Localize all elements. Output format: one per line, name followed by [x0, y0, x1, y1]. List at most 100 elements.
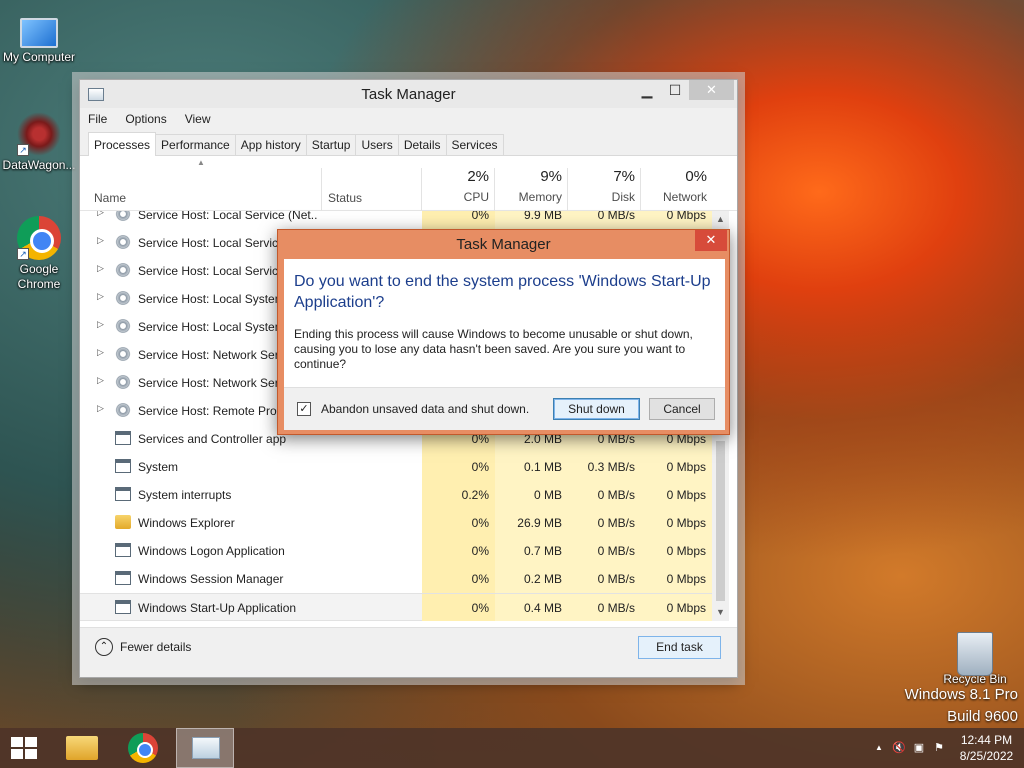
taskbar-file-explorer[interactable]	[53, 728, 111, 768]
tab-startup[interactable]: Startup	[305, 134, 357, 155]
cpu-value: 0%	[422, 537, 495, 565]
table-row[interactable]: ▷ Service Host: Local Service (Net... 0% 9.…	[80, 211, 721, 229]
process-name: Windows Start-Up Application	[138, 601, 297, 615]
column-name[interactable]: Name	[94, 191, 126, 205]
cpu-value: 0%	[422, 453, 495, 481]
column-memory[interactable]: 9% Memory	[495, 168, 562, 204]
shortcut-arrow-icon: ↗	[17, 144, 29, 156]
clock-date: 8/25/2022	[959, 749, 1014, 763]
tab-details[interactable]: Details	[397, 134, 447, 155]
desktop-icon-recycle-bin[interactable]: Recycle Bin	[937, 632, 1013, 687]
taskbar-chrome[interactable]	[113, 728, 171, 768]
tab-performance[interactable]: Performance	[155, 134, 236, 155]
scroll-up-icon[interactable]: ▲	[712, 211, 729, 228]
chevron-up-icon: ⌃	[95, 638, 113, 656]
title-bar[interactable]: Task Manager ▁ ☐ ✕	[80, 80, 737, 108]
shut-down-button[interactable]: Shut down	[553, 398, 640, 420]
memory-value: 0.4 MB	[495, 594, 568, 621]
network-value: 0 Mbps	[641, 453, 714, 481]
process-name: Windows Session Manager	[138, 572, 284, 586]
os-watermark: Windows 8.1 Pro Build 9600	[905, 686, 1018, 725]
end-process-dialog: Task Manager ✕ Do you want to end the sy…	[277, 229, 730, 435]
maximize-button[interactable]: ☐	[661, 80, 689, 100]
disk-value: 0.3 MB/s	[568, 453, 641, 481]
taskbar-task-manager[interactable]	[176, 728, 234, 768]
table-row[interactable]: Windows Start-Up Application 0% 0.4 MB 0 MB…	[80, 593, 721, 621]
scrollbar-thumb[interactable]	[716, 441, 725, 601]
column-status[interactable]: Status	[328, 191, 362, 205]
cancel-button[interactable]: Cancel	[649, 398, 715, 420]
network-value: 0 Mbps	[641, 565, 714, 593]
disk-value: 0 MB/s	[568, 481, 641, 509]
column-disk[interactable]: 7% Disk	[568, 168, 635, 204]
scroll-down-icon[interactable]: ▼	[712, 604, 729, 621]
column-cpu[interactable]: 2% CPU	[422, 168, 489, 204]
disk-value: 0 MB/s	[568, 594, 641, 621]
tab-services[interactable]: Services	[445, 134, 504, 155]
network-value: 0 Mbps	[641, 211, 714, 229]
expand-arrow-icon[interactable]: ▷	[97, 403, 104, 414]
expand-arrow-icon[interactable]: ▷	[97, 235, 104, 246]
clock[interactable]: 12:44 PM 8/25/2022	[949, 732, 1024, 764]
cpu-percent: 2%	[467, 168, 489, 185]
gear-icon	[115, 291, 131, 305]
computer-icon	[20, 18, 58, 48]
datawagon-icon: ↗	[17, 112, 61, 156]
memory-value: 26.9 MB	[495, 509, 568, 537]
gear-icon	[115, 403, 131, 417]
desktop-icon-my-computer[interactable]: My Computer	[1, 10, 77, 65]
chrome-icon: ↗	[17, 216, 61, 260]
table-row[interactable]: Windows Explorer 0% 26.9 MB 0 MB/s 0 Mbps	[80, 509, 721, 537]
taskbar: ▲ 🔇 ▣ ⚑ 12:44 PM 8/25/2022	[0, 728, 1024, 768]
sort-arrow-icon: ▲	[197, 158, 205, 167]
expand-arrow-icon[interactable]: ▷	[97, 347, 104, 358]
disk-label: Disk	[611, 190, 635, 204]
network-value: 0 Mbps	[641, 537, 714, 565]
desktop-icon-datawagon[interactable]: ↗ DataWagon...	[1, 112, 77, 173]
dialog-close-button[interactable]: ✕	[695, 230, 727, 251]
expand-arrow-icon[interactable]: ▷	[97, 291, 104, 302]
fewer-details-button[interactable]: ⌃ Fewer details	[95, 638, 191, 656]
disk-value: 0 MB/s	[568, 537, 641, 565]
abandon-data-label[interactable]: Abandon unsaved data and shut down.	[321, 402, 529, 416]
cpu-value: 0%	[422, 509, 495, 537]
menu-file[interactable]: File	[86, 110, 109, 128]
app-window-icon	[115, 543, 131, 557]
column-network[interactable]: 0% Network	[641, 168, 707, 204]
tab-processes[interactable]: Processes	[88, 132, 157, 156]
watermark-edition: Windows 8.1 Pro	[904, 686, 1018, 703]
network-icon[interactable]: ▣	[909, 728, 929, 768]
menu-options[interactable]: Options	[123, 110, 168, 128]
disk-value: 0 MB/s	[568, 509, 641, 537]
expand-arrow-icon[interactable]: ▷	[97, 319, 104, 330]
expand-arrow-icon[interactable]: ▷	[97, 263, 104, 274]
cpu-value: 0%	[422, 565, 495, 593]
dialog-main-instruction: Do you want to end the system process 'W…	[294, 273, 711, 311]
speaker-muted-icon[interactable]: 🔇	[889, 728, 909, 768]
gear-icon	[115, 319, 131, 333]
action-center-icon[interactable]: ⚑	[929, 728, 949, 768]
tab-app-history[interactable]: App history	[234, 134, 307, 155]
close-button[interactable]: ✕	[689, 80, 734, 100]
expand-arrow-icon[interactable]: ▷	[97, 211, 104, 218]
desktop-icon-google-chrome[interactable]: ↗ Google Chrome	[1, 216, 77, 292]
table-row[interactable]: System 0% 0.1 MB 0.3 MB/s 0 Mbps	[80, 453, 721, 481]
minimize-button[interactable]: ▁	[633, 80, 661, 100]
memory-value: 0.2 MB	[495, 565, 568, 593]
tab-users[interactable]: Users	[355, 134, 399, 155]
menu-view[interactable]: View	[183, 110, 213, 128]
app-window-icon	[115, 459, 131, 473]
table-row[interactable]: Windows Logon Application 0% 0.7 MB 0 MB/s 0…	[80, 537, 721, 565]
show-hidden-icons[interactable]: ▲	[869, 728, 889, 768]
shortcut-arrow-icon: ↗	[17, 248, 29, 260]
memory-value: 0 MB	[495, 481, 568, 509]
task-manager-icon	[192, 737, 220, 759]
end-task-button[interactable]: End task	[638, 636, 721, 659]
process-name: Windows Explorer	[138, 516, 235, 530]
table-row[interactable]: System interrupts 0.2% 0 MB 0 MB/s 0 Mbps	[80, 481, 721, 509]
folder-icon	[115, 515, 131, 529]
table-row[interactable]: Windows Session Manager 0% 0.2 MB 0 MB/s 0 M…	[80, 565, 721, 593]
abandon-data-checkbox[interactable]: ✓	[297, 402, 311, 416]
start-button[interactable]	[0, 728, 48, 768]
expand-arrow-icon[interactable]: ▷	[97, 375, 104, 386]
